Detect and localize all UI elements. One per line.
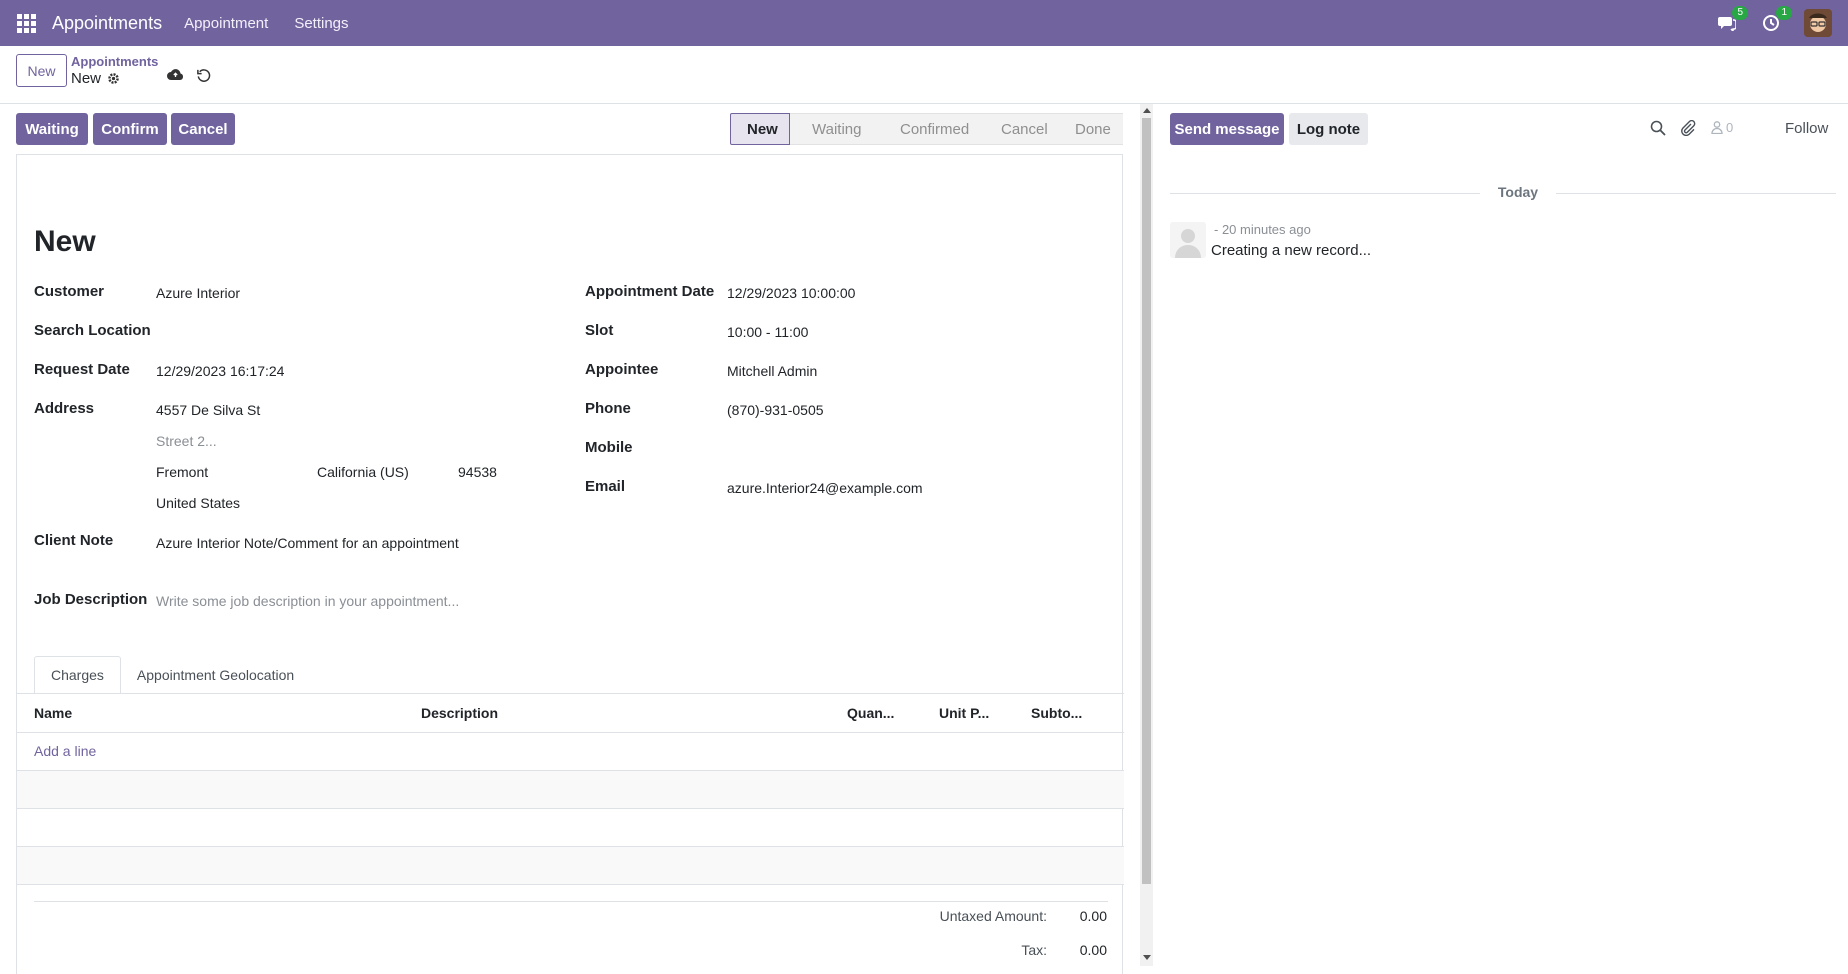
request-date-label: Request Date	[34, 361, 130, 378]
search-location-label: Search Location	[34, 322, 151, 339]
scroll-thumb[interactable]	[1142, 118, 1151, 884]
breadcrumb-parent[interactable]: Appointments	[71, 54, 158, 69]
job-description-label: Job Description	[34, 591, 148, 608]
client-note-label: Client Note	[34, 532, 114, 549]
attachment-paperclip-icon[interactable]	[1680, 119, 1696, 140]
user-avatar[interactable]	[1804, 9, 1832, 37]
column-quantity[interactable]: Quan...	[847, 705, 894, 721]
activities-clock-icon[interactable]: 1	[1760, 6, 1792, 34]
activities-badge: 1	[1776, 6, 1792, 20]
discard-undo-icon[interactable]	[196, 68, 211, 87]
apps-menu-icon[interactable]	[0, 0, 52, 46]
date-separator: Today	[1480, 184, 1556, 200]
client-note-field[interactable]: Azure Interior Note/Comment for an appoi…	[156, 535, 459, 551]
scroll-down-arrow-icon[interactable]	[1143, 955, 1151, 960]
table-row	[17, 847, 1124, 885]
follower-person-icon	[1711, 121, 1723, 134]
message-body: Creating a new record...	[1211, 242, 1372, 259]
follow-button[interactable]: Follow	[1785, 120, 1828, 137]
appointment-date-label: Appointment Date	[585, 283, 715, 300]
untaxed-amount-label: Untaxed Amount:	[939, 908, 1047, 924]
totals-divider	[34, 901, 1108, 902]
breadcrumb-current: New	[71, 70, 102, 87]
state-field[interactable]: California (US)	[317, 464, 409, 480]
table-row-divider	[17, 884, 1124, 885]
stage-done[interactable]: Done	[1053, 113, 1123, 145]
appointee-field[interactable]: Mitchell Admin	[727, 363, 817, 379]
save-cloud-icon[interactable]	[167, 68, 184, 85]
stage-cancel[interactable]: Cancel	[979, 113, 1053, 145]
form-scrollbar[interactable]	[1140, 104, 1153, 966]
table-header-divider	[17, 732, 1124, 733]
date-divider-right	[1541, 193, 1836, 194]
top-navbar: Appointments Appointment Settings 5 1	[0, 0, 1848, 46]
search-icon[interactable]	[1650, 120, 1666, 140]
new-record-button[interactable]: New	[16, 54, 67, 87]
country-field[interactable]: United States	[156, 495, 240, 511]
column-subtotal[interactable]: Subto...	[1031, 705, 1082, 721]
stage-new[interactable]: New	[730, 113, 790, 145]
phone-field[interactable]: (870)-931-0505	[727, 402, 824, 418]
appointment-date-field[interactable]: 12/29/2023 10:00:00	[727, 285, 855, 301]
request-date-field[interactable]: 12/29/2023 16:17:24	[156, 363, 284, 379]
appointee-label: Appointee	[585, 361, 659, 378]
log-note-button[interactable]: Log note	[1289, 113, 1368, 145]
slot-label: Slot	[585, 322, 614, 339]
tab-charges[interactable]: Charges	[34, 656, 121, 694]
messages-badge: 5	[1732, 6, 1748, 20]
job-description-field[interactable]: Write some job description in your appoi…	[156, 593, 459, 609]
city-field[interactable]: Fremont	[156, 464, 208, 480]
customer-label: Customer	[34, 283, 105, 300]
address-label: Address	[34, 400, 95, 417]
record-title: New	[34, 225, 96, 258]
tax-label: Tax:	[1021, 942, 1047, 958]
mobile-label: Mobile	[585, 439, 633, 456]
messages-icon[interactable]: 5	[1716, 6, 1748, 34]
table-row	[17, 771, 1124, 809]
control-panel: New Appointments New	[0, 46, 1848, 104]
email-label: Email	[585, 478, 626, 495]
street2-field[interactable]: Street 2...	[156, 433, 217, 449]
stage-confirmed[interactable]: Confirmed	[878, 113, 979, 145]
tabs-divider	[17, 693, 1124, 694]
waiting-button[interactable]: Waiting	[16, 113, 88, 145]
phone-label: Phone	[585, 400, 631, 417]
column-unit-price[interactable]: Unit P...	[939, 705, 989, 721]
tax-value: 0.00	[1079, 942, 1107, 958]
message-author-avatar[interactable]	[1170, 222, 1206, 258]
app-name[interactable]: Appointments	[52, 13, 162, 34]
stage-waiting[interactable]: Waiting	[790, 113, 878, 145]
notebook-tabs: Charges Appointment Geolocation	[34, 656, 310, 694]
send-message-button[interactable]: Send message	[1170, 113, 1284, 145]
add-line-link[interactable]: Add a line	[34, 743, 96, 759]
gear-icon[interactable]	[107, 72, 120, 89]
chatter-panel: Send message Log note 0 Follow Today - 2…	[1153, 104, 1848, 966]
followers-count: 0	[1726, 120, 1734, 135]
cancel-button[interactable]: Cancel	[171, 113, 235, 145]
untaxed-amount-value: 0.00	[1079, 908, 1107, 924]
column-description[interactable]: Description	[421, 705, 498, 721]
tab-appointment-geolocation[interactable]: Appointment Geolocation	[121, 656, 310, 694]
column-name[interactable]: Name	[34, 705, 72, 721]
menu-appointment[interactable]: Appointment	[184, 15, 268, 32]
mobile-field[interactable]	[727, 439, 1107, 457]
statusbar-row: Waiting Confirm Cancel New Waiting Confi…	[16, 113, 1123, 145]
table-row-divider	[17, 808, 1124, 809]
confirm-button[interactable]: Confirm	[93, 113, 167, 145]
customer-field[interactable]: Azure Interior	[156, 285, 240, 301]
menu-settings[interactable]: Settings	[294, 15, 348, 32]
date-divider-left	[1170, 193, 1494, 194]
zip-field[interactable]: 94538	[458, 464, 497, 480]
scroll-up-arrow-icon[interactable]	[1143, 108, 1151, 113]
street-field[interactable]: 4557 De Silva St	[156, 402, 260, 418]
slot-field[interactable]: 10:00 - 11:00	[727, 324, 808, 340]
form-sheet: New Customer Azure Interior Search Locat…	[16, 154, 1124, 974]
search-location-field[interactable]	[156, 322, 556, 340]
email-field[interactable]: azure.Interior24@example.com	[727, 480, 923, 496]
message-timestamp: - 20 minutes ago	[1214, 222, 1311, 237]
followers-button[interactable]: 0	[1711, 120, 1733, 135]
status-bar: New Waiting Confirmed Cancel Done	[730, 113, 1123, 145]
